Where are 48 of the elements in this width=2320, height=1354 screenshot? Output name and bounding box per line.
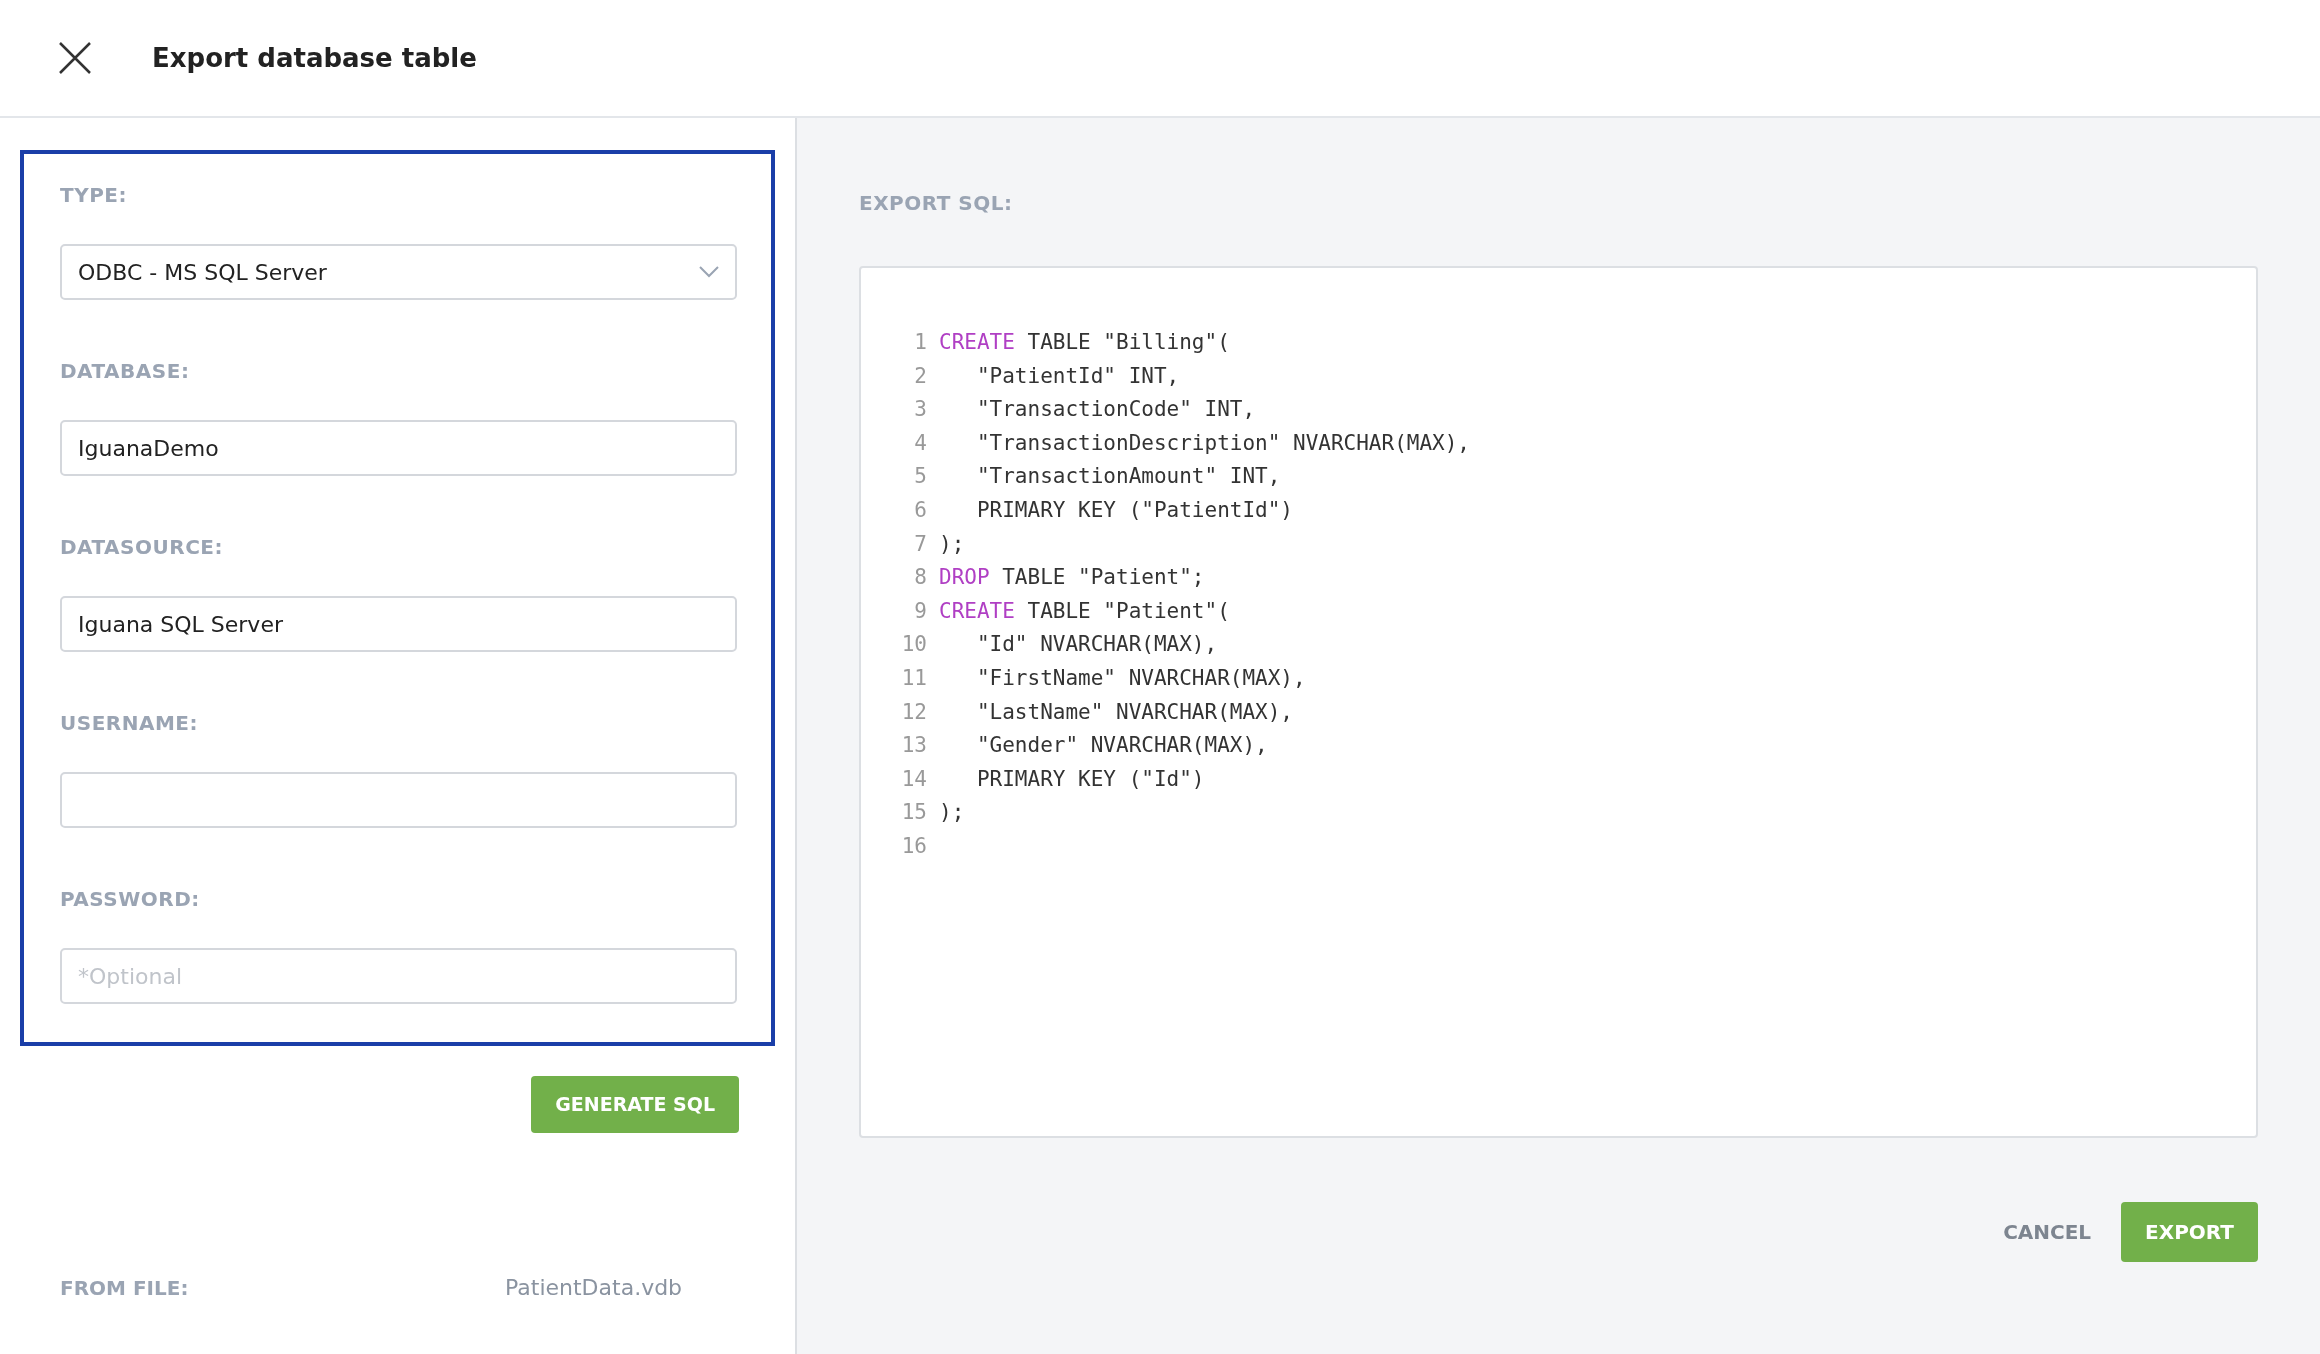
line-number: 1 [913, 329, 927, 356]
line-number: 4 [913, 429, 927, 457]
select-field[interactable]: ODBC - MS SQL Server [60, 244, 737, 300]
code-line: "Id" NVARCHAR(MAX), [975, 631, 1218, 659]
close-icon[interactable] [58, 41, 92, 75]
input-field[interactable]: Iguana SQL Server [60, 596, 737, 652]
input-field[interactable]: IguanaDemo [60, 420, 737, 476]
input-field[interactable]: *Optional [60, 948, 737, 1004]
line-number: 15 [900, 799, 927, 827]
code-line: CREATE TABLE "Patient"( [939, 597, 1230, 625]
line-number: 16 [900, 832, 927, 860]
code-line: "TransactionAmount" INT, [975, 463, 1281, 491]
line-number: 5 [913, 463, 927, 491]
code-line: DROP TABLE "Patient"; [939, 564, 1205, 592]
field-label: PASSWORD: [60, 886, 201, 913]
code-line: "FirstName" NVARCHAR(MAX), [975, 664, 1306, 692]
line-number: 13 [900, 732, 927, 760]
code-line: ); [939, 799, 965, 827]
field-label: DATABASE: [60, 358, 191, 385]
code-line: PRIMARY KEY ("Id") [975, 765, 1205, 793]
code-line: PRIMARY KEY ("PatientId") [975, 496, 1293, 524]
line-number: 10 [900, 631, 927, 659]
from-file-label: FROM FILE: [60, 1274, 190, 1302]
line-number: 11 [900, 664, 927, 692]
line-number: 8 [913, 564, 927, 592]
field-label: TYPE: [60, 182, 128, 209]
line-number: 14 [900, 765, 927, 793]
code-line: "TransactionDescription" NVARCHAR(MAX), [975, 429, 1470, 457]
code-line: "LastName" NVARCHAR(MAX), [975, 698, 1293, 726]
line-number: 6 [913, 496, 927, 524]
field-label: USERNAME: [60, 710, 199, 737]
code-line: "TransactionCode" INT, [975, 396, 1256, 424]
line-number: 7 [913, 530, 927, 558]
export-sql-label: EXPORT SQL: [859, 190, 1014, 217]
code-line: ); [939, 530, 965, 558]
dialog-title: Export database table [152, 41, 477, 75]
line-number: 3 [913, 396, 927, 424]
line-number: 12 [900, 698, 927, 726]
line-number: 2 [913, 362, 927, 390]
code-line: CREATE TABLE "Billing"( [939, 329, 1230, 356]
field-label: DATASOURCE: [60, 534, 224, 561]
code-line: "PatientId" INT, [975, 362, 1180, 390]
code-line: "Gender" NVARCHAR(MAX), [975, 732, 1268, 760]
from-file-value: PatientData.vdb [505, 1274, 683, 1302]
sql-editor[interactable] [859, 266, 2258, 1138]
line-number: 9 [913, 597, 927, 625]
input-field[interactable] [60, 772, 737, 828]
chevron-down-icon [699, 266, 719, 278]
